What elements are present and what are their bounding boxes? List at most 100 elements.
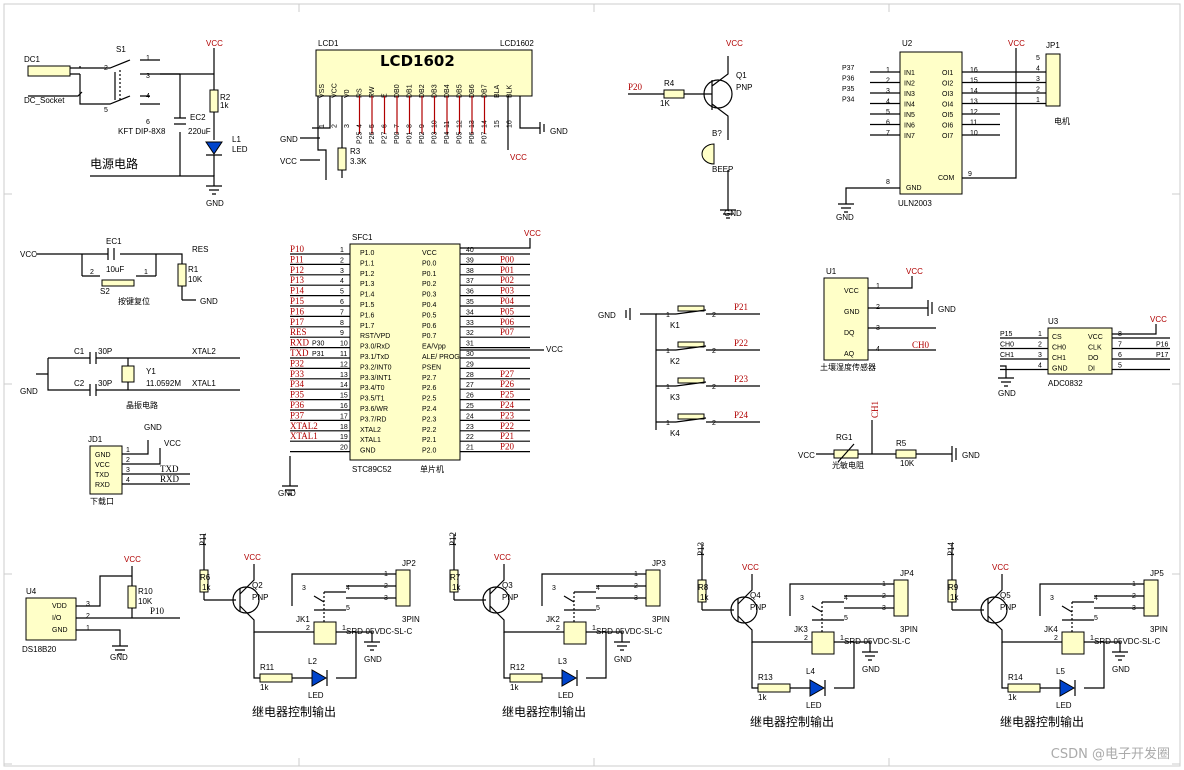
mcu-left-net: TXD <box>290 348 309 358</box>
uln-com-num: 9 <box>968 171 972 178</box>
key-ref: K2 <box>670 357 680 366</box>
s2-pin-2: 2 <box>90 269 94 276</box>
mcu-right-pin: P2.2 <box>422 427 437 434</box>
mcu-right-pin: P2.1 <box>422 437 437 444</box>
relay-led-label: LED <box>308 691 324 700</box>
mcu-right-pin: VCC <box>422 250 437 257</box>
jd1-pin-label: RXD <box>95 482 110 489</box>
buzzer-gnd: GND <box>724 209 742 218</box>
key-pin-1: 1 <box>666 384 670 391</box>
q1-type: PNP <box>736 83 752 92</box>
u3-left-pin: GND <box>1052 366 1068 373</box>
relay-jp-ref: JP4 <box>900 569 914 578</box>
mcu-label: 单片机 <box>420 464 444 474</box>
relay-gnd: GND <box>1112 665 1130 674</box>
relay-q-type: PNP <box>252 593 268 602</box>
mcu-right-net: P22 <box>500 421 514 431</box>
mcu-right-num: 29 <box>466 361 474 368</box>
u3-right-num: 7 <box>1118 342 1122 349</box>
lcd-pin-label: DB5 <box>457 84 464 98</box>
mcu-right-num: 31 <box>466 341 474 348</box>
mcu-left-pin: P1.4 <box>360 292 375 299</box>
u4-net: P10 <box>150 606 165 616</box>
key-pin-2: 2 <box>712 384 716 391</box>
key-ref: K4 <box>670 429 680 438</box>
s1-ref: S1 <box>116 45 126 54</box>
relay-outputs: P11R61k Q2PNPVCCR111kL2LED2 1GNDJK1SRD-05V… <box>198 532 1168 729</box>
uln-in-num: 5 <box>886 109 890 116</box>
uln-gnd-num: 8 <box>886 179 890 186</box>
relay-jp-ref: JP5 <box>1150 569 1164 578</box>
mcu-right-pin: P2.4 <box>422 406 437 413</box>
uln-in-pin: IN5 <box>904 112 915 119</box>
mcu-right-num: 34 <box>466 309 474 316</box>
mcu-left-num: 20 <box>340 445 348 452</box>
u1-ref: U1 <box>826 267 837 276</box>
r3-resistor <box>337 147 347 171</box>
relay-coil-pin-2: 2 <box>306 625 310 632</box>
mcu-right-num: 38 <box>466 268 474 275</box>
relay-vcc: VCC <box>244 553 261 562</box>
mcu-right-net: P25 <box>500 390 515 400</box>
mcu-left-num: 19 <box>340 434 348 441</box>
relay-vcc: VCC <box>494 553 511 562</box>
relay-part: SRD-05VDC-SL-C <box>596 627 662 636</box>
u3-right-pin: VCC <box>1088 334 1103 341</box>
relay-coil <box>313 621 337 645</box>
mcu-right-num: 37 <box>466 278 474 285</box>
uln-in-pin: IN4 <box>904 102 915 109</box>
mcu-left-pin: P1.2 <box>360 271 375 278</box>
relay-q-type: PNP <box>750 603 766 612</box>
relay-contact-wires <box>291 573 346 611</box>
u3-left-net: CH0 <box>1000 342 1014 349</box>
u3-left-num: 1 <box>1038 331 1042 338</box>
relay-contact-5: 5 <box>596 605 600 612</box>
uln-out-pin: OI6 <box>942 123 953 130</box>
mcu-left-sub: P31 <box>312 351 325 358</box>
mcu-left-net: P37 <box>290 410 305 420</box>
prog-vcc: VCC <box>164 439 181 448</box>
uln2003-driver: U2 ULN2003 IN11 OI1 16IN22 OI2 15IN33 OI3 14IN… <box>836 39 1070 222</box>
relay-contact-wires <box>541 573 596 611</box>
relay-r2-ref: R13 <box>758 673 773 682</box>
lcd-net-label: P04 <box>444 131 451 144</box>
uln-out-pin: OI2 <box>942 81 953 88</box>
relay-led-ref: L3 <box>558 657 567 666</box>
uln-in-pin: IN6 <box>904 123 915 130</box>
lcd-module: LCD1 LCD1602 LCD1602 VSS1VCC2V03RS4RW5E6… <box>280 39 568 180</box>
relay-contact-5: 5 <box>844 615 848 622</box>
relay-channel: P14R91k Q5PNPVCCR141kL5LED2 1GNDJK4SRD-05V… <box>946 541 1168 729</box>
key-net: P24 <box>734 410 749 420</box>
mcu-right-pin: P2.0 <box>422 448 437 455</box>
jd1-ref: JD1 <box>88 435 103 444</box>
mcu-left-net: P15 <box>290 296 305 306</box>
lcd-gnd: GND <box>280 135 298 144</box>
mcu-right-num: 27 <box>466 382 474 389</box>
dc-name: DC_Socket <box>24 96 65 105</box>
light-gnd: GND <box>962 451 980 460</box>
u3-right-num: 5 <box>1118 363 1122 370</box>
jp1-motor: 电机 <box>1054 116 1070 126</box>
relay-r2-val: 1k <box>758 693 767 702</box>
ec1-ref: EC1 <box>106 237 122 246</box>
key-pin-2: 2 <box>712 420 716 427</box>
mcu-left-num: 18 <box>340 424 348 431</box>
mcu-left-num: 2 <box>340 257 344 264</box>
jp1-ref: JP1 <box>1046 41 1060 50</box>
uln-gnd: GND <box>836 213 854 222</box>
uln-out-pin: OI1 <box>942 70 953 77</box>
mcu-right-pin: P2.6 <box>422 385 437 392</box>
lcd-net-label: P05 <box>457 131 464 144</box>
mcu-left-net: P32 <box>290 358 304 368</box>
mcu-right-num: 39 <box>466 257 474 264</box>
relay-r-ref: R8 <box>698 583 709 592</box>
lcd-net-label: P00 <box>394 131 401 144</box>
buzzer-ref: B? <box>712 129 722 138</box>
relay-channel: P11R61k Q2PNPVCCR111kL2LED2 1GNDJK1SRD-05V… <box>198 532 420 719</box>
relay-jp-ref: JP2 <box>402 559 416 568</box>
mcu-left-num: 5 <box>340 289 344 296</box>
key-pin-2: 2 <box>712 348 716 355</box>
s1-name: KFT DIP-8X8 <box>118 127 166 136</box>
power-vcc: VCC <box>206 39 223 48</box>
mcu-right-pin: P2.5 <box>422 396 437 403</box>
